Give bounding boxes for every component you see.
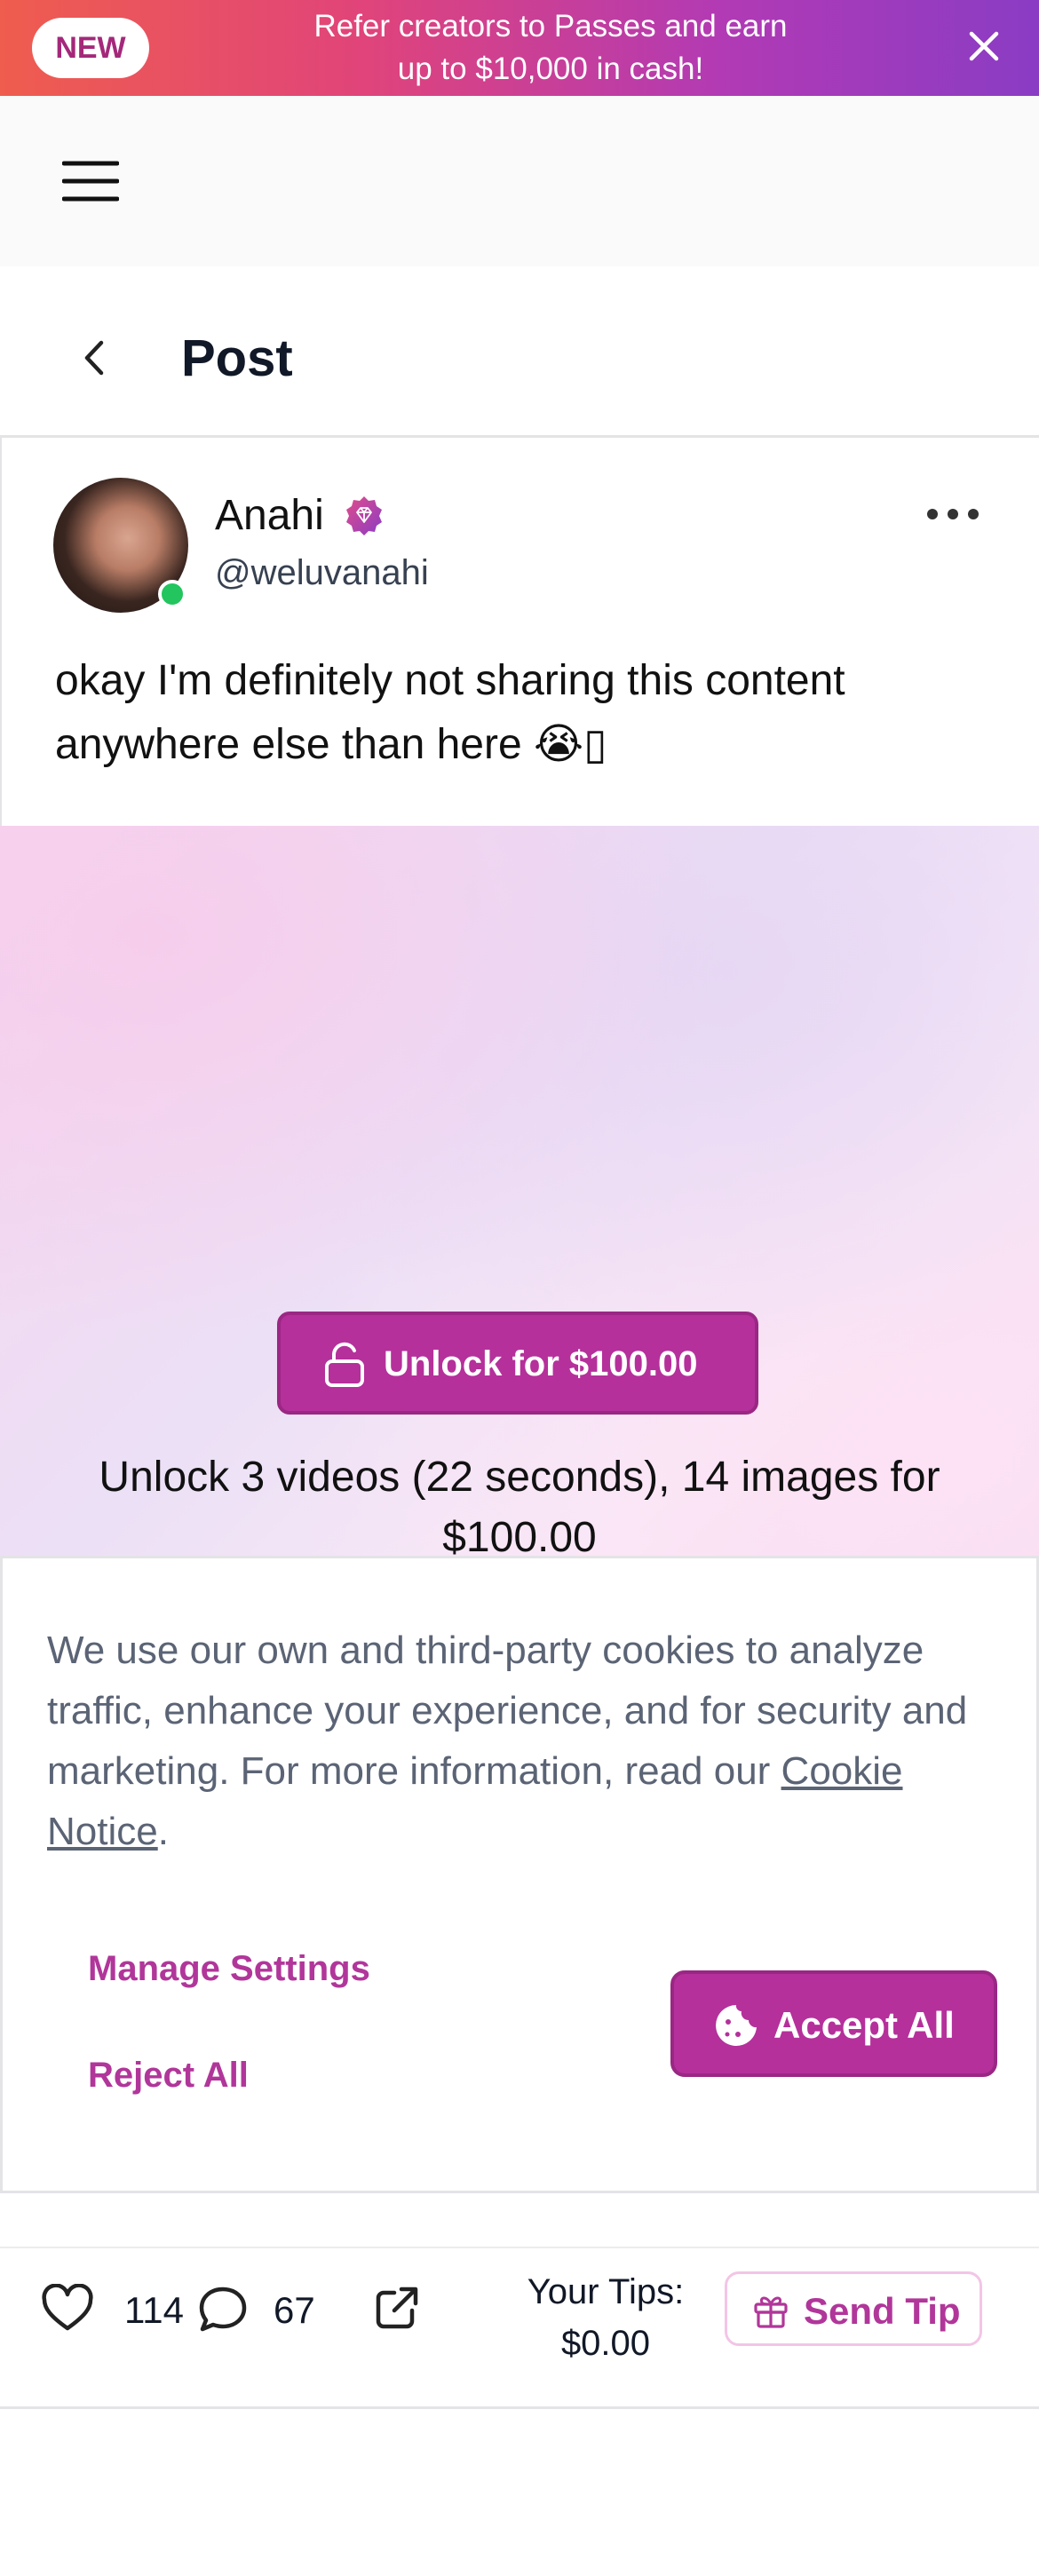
unlock-icon	[325, 1342, 364, 1387]
comment-icon[interactable]	[197, 2284, 249, 2334]
hamburger-icon[interactable]	[62, 160, 119, 202]
post-action-bar: 114 67 Your Tips: $0.00 Send Tip	[0, 2247, 1039, 2409]
cookie-banner: We use our own and third-party cookies t…	[0, 1556, 1039, 2193]
reject-all-link[interactable]: Reject All	[88, 2056, 249, 2096]
accept-all-button[interactable]: Accept All	[670, 1970, 997, 2077]
cookie-text-end: .	[157, 1810, 169, 1853]
promo-text[interactable]: Refer creators to Passes and earn up to …	[266, 5, 835, 91]
send-tip-button[interactable]: Send Tip	[725, 2271, 982, 2346]
heart-icon[interactable]	[41, 2284, 94, 2334]
promo-text-line2: up to $10,000 in cash!	[397, 52, 704, 86]
post-header: Post	[0, 266, 1039, 438]
page-title: Post	[181, 329, 293, 387]
more-options-icon[interactable]	[925, 505, 980, 523]
top-navbar	[0, 96, 1039, 266]
unlock-description: Unlock 3 videos (22 seconds), 14 images …	[99, 1454, 940, 1558]
post-card: Anahi @weluvanahi okay I'm definitely no…	[0, 438, 1039, 826]
tips-value: $0.00	[560, 2324, 651, 2363]
creator-handle[interactable]: @weluvanahi	[215, 553, 429, 593]
cookie-text: We use our own and third-party cookies t…	[47, 1621, 1006, 1862]
tips-label: Your Tips:	[527, 2272, 685, 2311]
promo-text-line1: Refer creators to Passes and earn	[313, 9, 788, 44]
promo-banner: NEW Refer creators to Passes and earn up…	[0, 0, 1039, 96]
close-icon[interactable]	[964, 27, 1003, 66]
locked-media: Unlock for $100.00 Unlock 3 videos (22 s…	[0, 826, 1039, 1558]
your-tips: Your Tips: $0.00	[497, 2266, 714, 2369]
creator-name[interactable]: Anahi	[215, 491, 324, 540]
share-icon[interactable]	[373, 2284, 421, 2332]
gift-icon	[754, 2296, 788, 2328]
unlock-button[interactable]: Unlock for $100.00	[277, 1312, 758, 1415]
like-count: 114	[124, 2289, 184, 2331]
online-status-dot	[158, 580, 186, 608]
post-text: okay I'm definitely not sharing this con…	[55, 657, 845, 768]
unlock-button-label: Unlock for $100.00	[384, 1344, 698, 1383]
accept-all-label: Accept All	[773, 2004, 955, 2046]
new-badge: NEW	[32, 18, 149, 78]
manage-settings-link[interactable]: Manage Settings	[88, 1949, 370, 1989]
diamond-badge-icon	[346, 496, 382, 535]
cookie-icon	[716, 2005, 757, 2046]
chevron-left-icon[interactable]	[78, 336, 110, 380]
send-tip-label: Send Tip	[804, 2290, 961, 2332]
comment-count: 67	[274, 2289, 315, 2331]
